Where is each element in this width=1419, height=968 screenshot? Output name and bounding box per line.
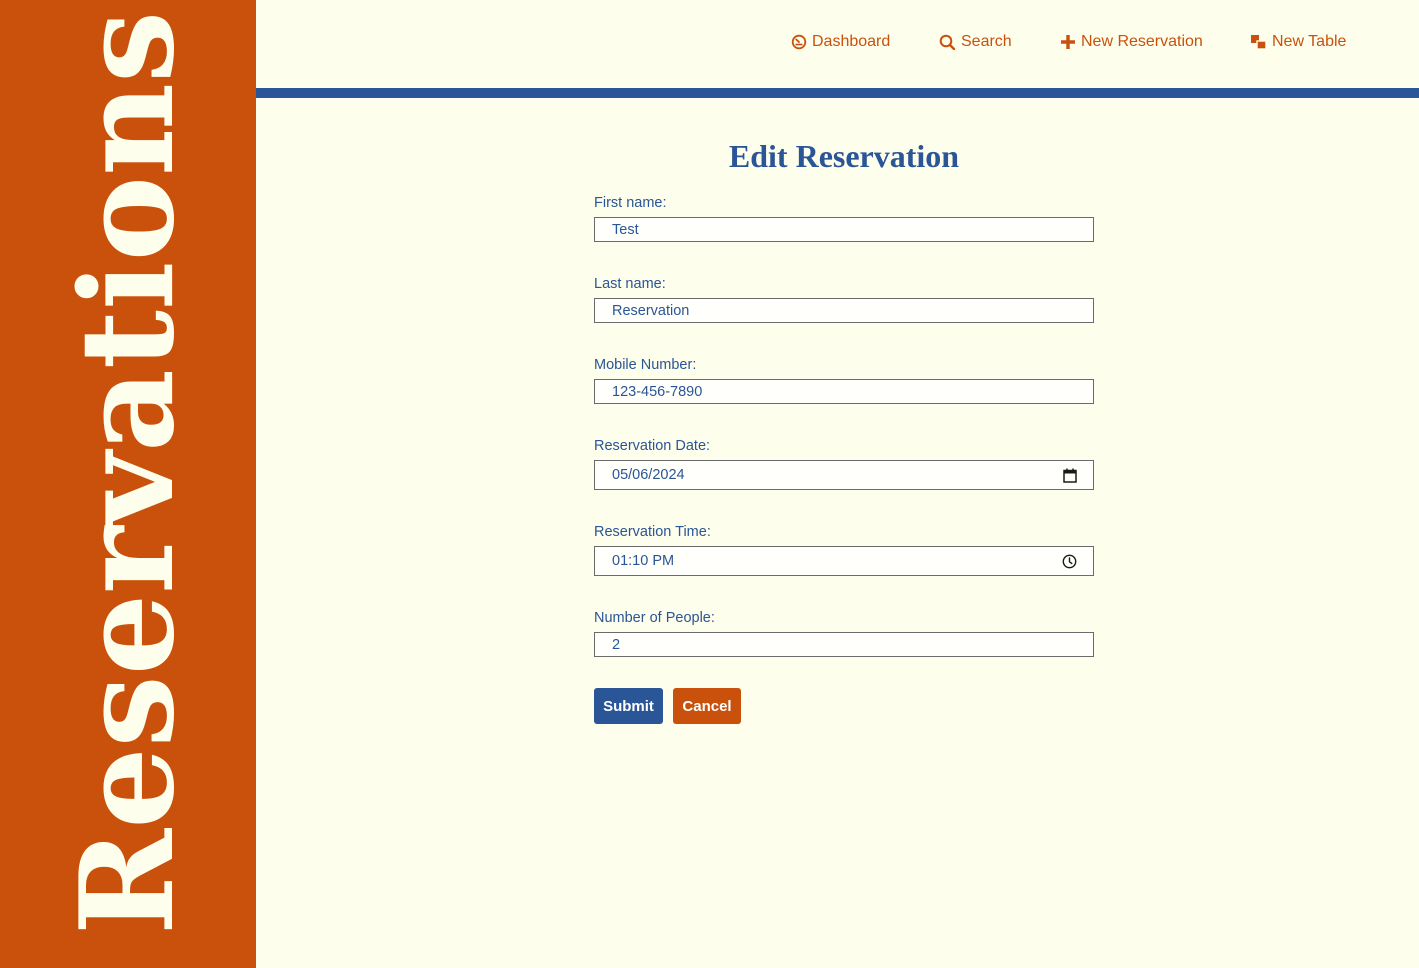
mobile-number-field[interactable]: 123-456-7890 bbox=[594, 379, 1094, 404]
reservation-time-value: 01:10 PM bbox=[612, 553, 675, 569]
reservation-date-field[interactable]: 05/06/2024 bbox=[594, 460, 1094, 490]
search-icon bbox=[939, 34, 956, 50]
nav-link-search[interactable]: Search bbox=[939, 33, 1012, 51]
reservation-date-label: Reservation Date: bbox=[594, 438, 711, 454]
first-name-value: Test bbox=[612, 221, 639, 238]
last-name-field[interactable]: Reservation bbox=[594, 298, 1094, 323]
reservation-date-value: 05/06/2024 bbox=[612, 467, 685, 483]
number-of-people-value: 2 bbox=[612, 636, 621, 653]
reservation-time-field[interactable]: 01:10 PM bbox=[594, 546, 1094, 576]
header-divider bbox=[256, 88, 1419, 98]
nav-link-new-table[interactable]: New Table bbox=[1250, 33, 1346, 51]
reservation-time-label: Reservation Time: bbox=[594, 524, 711, 540]
nav-link-label: New Table bbox=[1272, 33, 1347, 50]
calendar-icon[interactable] bbox=[1063, 468, 1077, 483]
last-name-group: Last name: Reservation bbox=[594, 276, 1094, 323]
table-icon bbox=[1250, 34, 1267, 50]
number-of-people-label: Number of People: bbox=[594, 610, 715, 626]
first-name-label: First name: bbox=[594, 195, 667, 211]
dashboard-icon bbox=[791, 34, 807, 50]
clock-icon[interactable] bbox=[1062, 554, 1077, 569]
nav-link-label: Periodic Tables bbox=[620, 33, 729, 50]
nav-link-label: Dashboard bbox=[812, 33, 891, 50]
nav-link-periodic-tables[interactable]: Periodic Tables bbox=[620, 33, 728, 51]
number-of-people-field[interactable]: 2 bbox=[594, 632, 1094, 657]
last-name-label: Last name: bbox=[594, 276, 666, 292]
mobile-number-value: 123-456-7890 bbox=[612, 383, 703, 400]
first-name-field[interactable]: Test bbox=[594, 217, 1094, 242]
mobile-number-group: Mobile Number: 123-456-7890 bbox=[594, 357, 1094, 404]
plus-icon bbox=[1060, 34, 1076, 50]
reservation-date-group: Reservation Date: 05/06/2024 bbox=[594, 438, 1094, 490]
top-navigation: Periodic Tables Dashboard Search New Res… bbox=[256, 0, 1419, 88]
cancel-button[interactable]: Cancel bbox=[673, 688, 741, 724]
reservation-time-group: Reservation Time: 01:10 PM bbox=[594, 524, 1094, 576]
sidebar: Reservations bbox=[0, 0, 256, 968]
submit-button[interactable]: Submit bbox=[594, 688, 663, 724]
mobile-number-label: Mobile Number: bbox=[594, 357, 697, 373]
nav-link-new-reservation[interactable]: New Reservation bbox=[1060, 33, 1203, 51]
nav-link-label: Search bbox=[961, 33, 1012, 50]
nav-link-label: New Reservation bbox=[1081, 33, 1203, 50]
number-of-people-group: Number of People: 2 bbox=[594, 610, 1094, 657]
first-name-group: First name: Test bbox=[594, 195, 1094, 242]
last-name-value: Reservation bbox=[612, 302, 690, 319]
page-title: Edit Reservation bbox=[728, 138, 960, 174]
edit-reservation-form: Edit Reservation First name: Test Last n… bbox=[594, 136, 1094, 736]
sidebar-title: Reservations bbox=[53, 10, 203, 936]
nav-link-dashboard[interactable]: Dashboard bbox=[791, 33, 890, 51]
